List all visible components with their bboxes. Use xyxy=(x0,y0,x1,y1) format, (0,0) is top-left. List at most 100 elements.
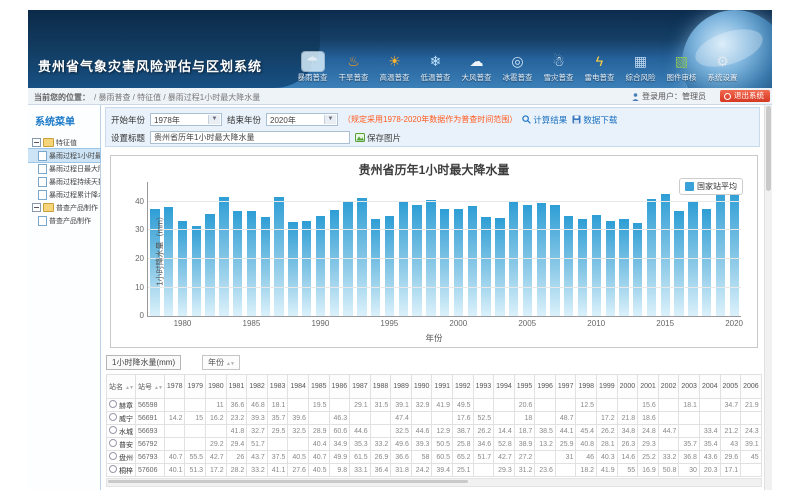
save-image-button[interactable]: 保存图片 xyxy=(355,132,401,144)
vertical-scrollbar[interactable] xyxy=(764,105,772,490)
year-col-header[interactable]: 1982 xyxy=(247,375,268,399)
chart-plot-area: 1小时降水量（mm） 01020304019801985199019952000… xyxy=(147,182,741,317)
nav-item[interactable]: ♨干旱普查 xyxy=(334,50,373,86)
year-col-header[interactable]: 1988 xyxy=(370,375,391,399)
year-col-header[interactable]: 2002 xyxy=(658,375,679,399)
chart-title-input[interactable] xyxy=(150,131,350,144)
year-col-header[interactable]: 1998 xyxy=(576,375,597,399)
year-col-header[interactable]: 1985 xyxy=(308,375,329,399)
year-col-header[interactable]: 1999 xyxy=(597,375,618,399)
station-name-cell[interactable]: 普安 xyxy=(107,438,136,451)
scrollbar-thumb[interactable] xyxy=(766,106,771,191)
sidebar-item[interactable]: 普查产品制作 xyxy=(28,214,100,227)
row-expander-icon[interactable] xyxy=(109,452,117,460)
year-col-header[interactable]: 1994 xyxy=(494,375,515,399)
id-col-header[interactable]: 站号▲▼ xyxy=(136,375,165,399)
value-cell: 40.1 xyxy=(164,464,185,477)
value-cell: 61.5 xyxy=(350,451,371,464)
nav-item[interactable]: ☁大风普查 xyxy=(457,50,496,86)
year-col-header[interactable]: 1997 xyxy=(555,375,576,399)
station-table: 站名▲▼站号▲▼19781979198019811982198319841985… xyxy=(106,374,762,477)
x-tick-label: 2010 xyxy=(587,319,605,328)
y-tick-label: 0 xyxy=(140,311,144,320)
value-cell: 49.6 xyxy=(391,438,412,451)
year-col-header[interactable]: 1986 xyxy=(329,375,350,399)
chart-legend[interactable]: 国家站平均 xyxy=(679,178,743,195)
value-cell xyxy=(576,412,597,425)
station-name-cell[interactable]: 水城 xyxy=(107,425,136,438)
bar xyxy=(468,206,477,316)
nav-item[interactable]: ❄低温普查 xyxy=(416,50,455,86)
tree-expand-icon[interactable] xyxy=(32,203,41,212)
data-download-button[interactable]: 数据下载 xyxy=(572,114,617,126)
year-col-header[interactable]: 1993 xyxy=(473,375,494,399)
year-col-header[interactable]: 2001 xyxy=(638,375,659,399)
value-cell: 29.2 xyxy=(206,438,227,451)
year-col-header[interactable]: 1984 xyxy=(288,375,309,399)
chevron-down-icon: ▼ xyxy=(324,115,336,124)
nav-item[interactable]: ▦综合风险 xyxy=(621,50,660,86)
year-col-header[interactable]: 2000 xyxy=(617,375,638,399)
station-col-header[interactable]: 站名▲▼ xyxy=(107,375,136,399)
year-col-header[interactable]: 2006 xyxy=(741,375,762,399)
nav-item[interactable]: ☂暴雨普查 xyxy=(293,50,332,86)
row-expander-icon[interactable] xyxy=(109,439,117,447)
breadcrumb[interactable]: / 暴雨普查 / 特征值 / 暴雨过程1小时最大降水量 xyxy=(94,92,260,103)
nav-item[interactable]: ⚙系统设置 xyxy=(703,50,742,86)
year-col-header[interactable]: 1979 xyxy=(185,375,206,399)
value-cell: 20.6 xyxy=(514,399,535,412)
station-name-cell[interactable]: 赫章 xyxy=(107,399,136,412)
value-cell: 15.6 xyxy=(638,399,659,412)
year-col-header[interactable]: 2005 xyxy=(720,375,741,399)
chart-title: 贵州省历年1小时最大降水量 xyxy=(111,161,757,178)
station-id-cell: 57606 xyxy=(136,464,165,477)
row-expander-icon[interactable] xyxy=(109,400,117,408)
station-name-cell[interactable]: 威宁 xyxy=(107,412,136,425)
sidebar-item[interactable]: 暴雨过程1小时最大降水量 xyxy=(28,149,100,162)
sidebar-item[interactable]: 暴雨过程持续天数 xyxy=(28,175,100,188)
sidebar-title: 系统菜单 xyxy=(35,113,100,128)
nav-item[interactable]: ☀高温普查 xyxy=(375,50,414,86)
sidebar-item[interactable]: 暴雨过程累计降水量 xyxy=(28,188,100,201)
year-col-header[interactable]: 1987 xyxy=(350,375,371,399)
logout-button[interactable]: 退出系统 xyxy=(720,90,770,102)
row-expander-icon[interactable] xyxy=(109,413,117,421)
calc-result-button[interactable]: 计算结果 xyxy=(522,114,567,126)
station-id-cell: 56693 xyxy=(136,425,165,438)
end-year-select[interactable]: 2020年 ▼ xyxy=(266,113,338,126)
year-col-header[interactable]: 2007 xyxy=(761,375,762,399)
tree-expand-icon[interactable] xyxy=(32,138,41,147)
row-expander-icon[interactable] xyxy=(109,465,117,473)
year-col-header[interactable]: 1981 xyxy=(226,375,247,399)
value-cell xyxy=(617,399,638,412)
year-col-header[interactable]: 2004 xyxy=(699,375,720,399)
year-col-header[interactable]: 1991 xyxy=(432,375,453,399)
year-col-header[interactable]: 1990 xyxy=(411,375,432,399)
station-name-cell[interactable]: 盘州 xyxy=(107,451,136,464)
nav-item[interactable]: ϟ雷电普查 xyxy=(580,50,619,86)
nav-item[interactable]: ◎冰雹普查 xyxy=(498,50,537,86)
year-col-header[interactable]: 1978 xyxy=(164,375,185,399)
sidebar-item[interactable]: 普查产品制作 xyxy=(28,201,100,214)
year-col-header[interactable]: 1995 xyxy=(514,375,535,399)
measure-tab[interactable]: 1小时降水量(mm) xyxy=(106,355,181,370)
year-col-header[interactable]: 1983 xyxy=(267,375,288,399)
scrollbar-thumb[interactable] xyxy=(108,480,468,483)
bar xyxy=(399,202,408,316)
nav-item[interactable]: ☃雪灾普查 xyxy=(539,50,578,86)
year-col-header[interactable]: 1992 xyxy=(453,375,474,399)
value-cell: 36.4 xyxy=(370,464,391,477)
bar-slot xyxy=(314,182,328,316)
year-col-header[interactable]: 1996 xyxy=(535,375,556,399)
station-name-cell[interactable]: 桐梓 xyxy=(107,464,136,477)
year-col-header[interactable]: 1980 xyxy=(206,375,227,399)
horizontal-scrollbar[interactable] xyxy=(106,478,762,487)
row-expander-icon[interactable] xyxy=(109,426,117,434)
nav-item[interactable]: ▧图件审核 xyxy=(662,50,701,86)
sidebar-item[interactable]: 特征值 xyxy=(28,136,100,149)
sidebar-item[interactable]: 暴雨过程日最大降水量 xyxy=(28,162,100,175)
year-col-header[interactable]: 1989 xyxy=(391,375,412,399)
year-sort-header[interactable]: 年份▲▼ xyxy=(202,355,240,370)
start-year-select[interactable]: 1978年 ▼ xyxy=(150,113,222,126)
year-col-header[interactable]: 2003 xyxy=(679,375,700,399)
